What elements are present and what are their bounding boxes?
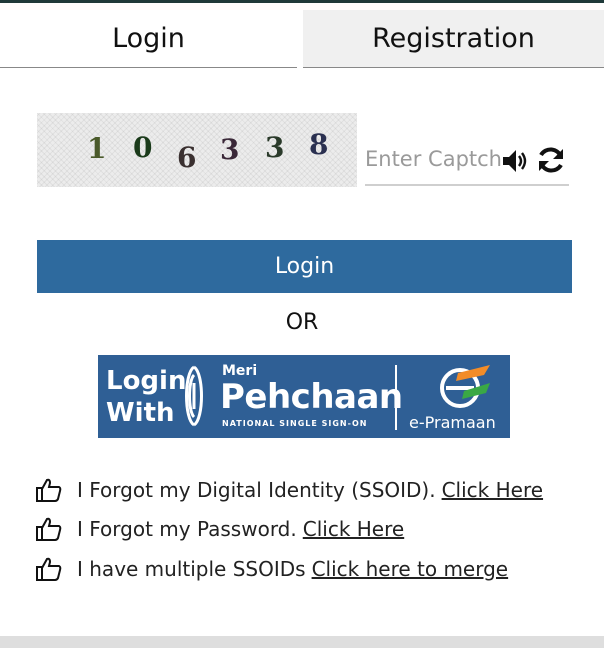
footer-strip — [0, 636, 604, 648]
forgot-ssoid-text: I Forgot my Digital Identity (SSOID). — [77, 477, 436, 502]
fingerprint-icon — [185, 365, 203, 427]
refresh-icon[interactable] — [536, 145, 566, 175]
forgot-password-link[interactable]: Click Here — [303, 517, 404, 541]
login-button[interactable]: Login — [37, 240, 572, 293]
mp-epramaan-text: e-Pramaan — [409, 413, 496, 432]
captcha-digit: 3 — [220, 133, 240, 166]
captcha-digit: 6 — [177, 141, 197, 174]
forgot-ssoid-item: I Forgot my Digital Identity (SSOID). Cl… — [35, 470, 595, 510]
forgot-password-item: I Forgot my Password. Click Here — [35, 510, 595, 550]
thumbs-up-icon — [36, 557, 62, 581]
merge-ssoids-text: I have multiple SSOIDs — [77, 556, 306, 581]
captcha-digit: 8 — [309, 128, 329, 161]
merge-ssoids-link[interactable]: Click here to merge — [312, 557, 509, 581]
login-with-meri-pehchaan-button[interactable]: Login With Meri Pehchaan NATIONAL SINGLE… — [98, 355, 510, 438]
help-links: I Forgot my Digital Identity (SSOID). Cl… — [35, 470, 595, 589]
forgot-ssoid-link[interactable]: Click Here — [442, 478, 543, 502]
thumbs-up-icon — [36, 478, 62, 502]
mp-divider — [395, 365, 397, 430]
tab-login[interactable]: Login — [0, 10, 297, 68]
captcha-image: 1 0 6 3 3 8 — [37, 113, 357, 187]
mp-login-word: Login — [106, 366, 187, 396]
captcha-digit: 3 — [265, 131, 285, 164]
captcha-input[interactable] — [365, 141, 503, 177]
merge-ssoids-item: I have multiple SSOIDs Click here to mer… — [35, 549, 595, 589]
top-rule — [0, 0, 604, 3]
mp-pehchaan-text: Pehchaan — [220, 377, 403, 417]
thumbs-up-icon — [36, 518, 62, 542]
epramaan-logo-icon — [440, 365, 490, 408]
mp-login-with-text: Login With — [106, 365, 186, 429]
auth-tabs: Login Registration — [0, 10, 604, 70]
captcha-digit: 1 — [87, 132, 107, 165]
mp-tagline: NATIONAL SINGLE SIGN-ON — [222, 419, 368, 428]
speaker-icon[interactable] — [501, 147, 531, 175]
captcha-digit: 0 — [133, 131, 153, 164]
tab-registration[interactable]: Registration — [303, 10, 604, 68]
or-separator: OR — [285, 310, 319, 335]
forgot-password-text: I Forgot my Password. — [77, 517, 297, 542]
captcha-field — [365, 135, 569, 186]
mp-with-word: With — [106, 398, 175, 428]
